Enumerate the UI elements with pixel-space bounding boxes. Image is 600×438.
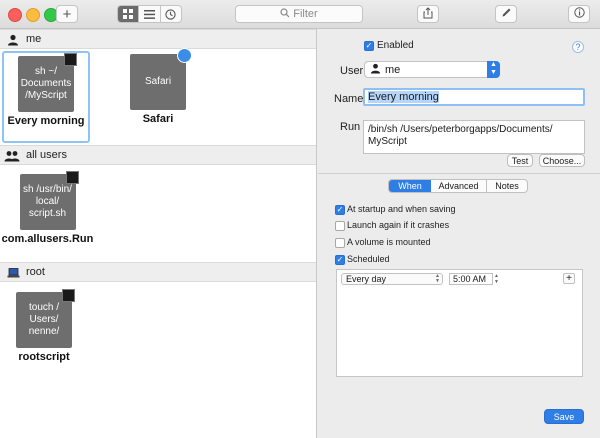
name-value: Every morning [368,91,439,103]
user-label: User [340,65,364,77]
add-button[interactable]: + [56,5,78,23]
toolbar: + Filter [0,0,600,29]
minimize-window-button[interactable] [26,8,40,22]
script-name: Every morning [7,115,85,127]
volume-mounted-label: A volume is mounted [347,237,431,247]
schedule-list: Every day ▲ ▼ 5:00 AM ▲ ▼ + [336,269,583,377]
run-command-field[interactable]: /bin/sh /Users/peterborgapps/Documents/ … [363,120,585,154]
detail-panel: ✓ Enabled ? User me ▲ ▼ Name Every mornin… [318,29,600,438]
script-badge-icon [62,289,75,302]
script-thumbnail: touch / Users/ nenne/ [16,289,75,348]
share-button[interactable] [417,5,439,23]
name-label: Name [334,93,364,105]
compass-icon [177,48,192,63]
clock-icon[interactable] [161,6,181,22]
scheduled-checkbox[interactable]: ✓ [335,255,345,265]
chevron-updown-icon: ▲ ▼ [487,61,500,78]
time-field[interactable]: 5:00 AM [449,273,493,285]
section-title: root [26,266,45,278]
scheduled-label: Scheduled [347,254,390,264]
detail-tabs: When Advanced Notes [388,179,528,193]
script-list: me sh ~/ Documents /MyScript Every morni… [0,29,317,438]
share-icon [423,6,433,22]
script-item-every-morning[interactable]: sh ~/ Documents /MyScript Every morning [2,51,90,143]
section-title: me [26,33,42,45]
script-preview: sh ~/ Documents /MyScript [20,66,72,101]
script-item-com-allusers-run[interactable]: sh /usr/bin/ local/ script.sh com.alluse… [0,171,95,245]
search-input[interactable]: Filter [235,5,363,23]
tab-when[interactable]: When [389,180,431,192]
info-button[interactable] [568,5,590,23]
startup-label: At startup and when saving [347,204,456,214]
script-item-rootscript[interactable]: touch / Users/ nenne/ rootscript [0,289,88,363]
script-badge-icon [65,171,79,184]
name-field[interactable]: Every morning [363,88,585,106]
edit-button[interactable] [495,5,517,23]
add-schedule-button[interactable]: + [563,273,575,284]
grid-icon[interactable] [118,6,140,22]
user-icon [6,33,20,46]
search-icon [280,7,290,21]
relaunch-label: Launch again if it crashes [347,220,450,230]
script-preview: sh /usr/bin/ local/ script.sh [23,184,72,219]
schedule-frequency-select[interactable]: Every day ▲ ▼ [341,273,443,285]
info-icon [573,7,585,21]
relaunch-checkbox[interactable] [335,221,345,231]
pencil-icon [501,7,512,21]
startup-checkbox[interactable]: ✓ [335,205,345,215]
section-root: root [0,262,316,282]
enabled-checkbox[interactable]: ✓ [364,41,374,51]
section-me: me [0,29,316,49]
script-badge-icon [64,53,77,66]
close-window-button[interactable] [8,8,22,22]
script-thumbnail: Safari [130,48,192,110]
schedule-frequency-value: Every day [346,274,387,284]
script-thumbnail: sh /usr/bin/ local/ script.sh [19,171,79,230]
time-stepper[interactable]: ▲ ▼ [494,273,501,285]
laptop-icon [6,266,20,279]
script-name: Safari [142,113,174,125]
script-preview: Safari [144,76,172,87]
save-button[interactable]: Save [544,409,584,424]
script-item-safari[interactable]: Safari Safari [114,48,202,125]
chevron-updown-icon: ▲ ▼ [435,273,440,284]
user-select[interactable]: me ▲ ▼ [364,61,500,78]
user-icon [370,63,381,77]
choose-button[interactable]: Choose... [539,154,585,167]
list-icon[interactable] [139,6,161,22]
script-name: com.allusers.Run [1,233,94,245]
users-icon [4,149,20,162]
divider [318,173,600,174]
test-button[interactable]: Test [507,154,533,167]
tab-advanced[interactable]: Advanced [431,180,487,192]
section-title: all users [26,149,67,161]
volume-mounted-checkbox[interactable] [335,238,345,248]
script-thumbnail: sh ~/ Documents /MyScript [18,53,77,112]
help-button[interactable]: ? [572,41,584,53]
run-label: Run [340,121,361,133]
search-placeholder: Filter [293,8,318,20]
script-preview: touch / Users/ nenne/ [28,302,60,337]
section-all-users: all users [0,145,316,165]
script-name: rootscript [18,351,70,363]
user-value: me [385,63,401,76]
tab-notes[interactable]: Notes [487,180,527,192]
enabled-label: Enabled [377,40,414,51]
view-mode-segmented-control[interactable] [117,5,182,23]
